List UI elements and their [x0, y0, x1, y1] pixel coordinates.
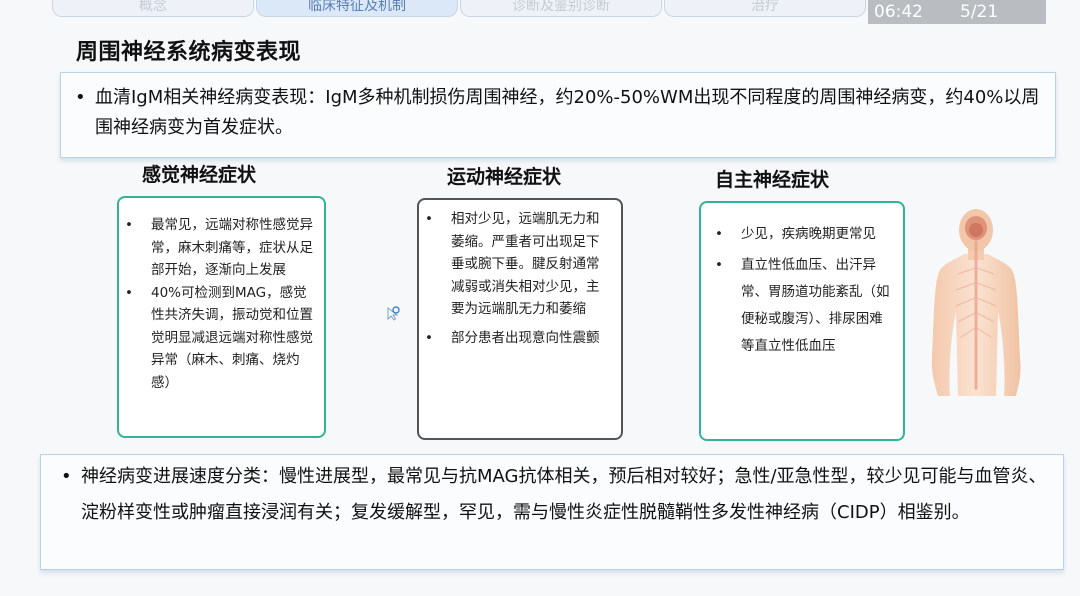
mouse-cursor-icon	[386, 304, 402, 322]
autonomic-title: 自主神经症状	[715, 169, 830, 191]
list-item: • 部分患者出现意向性震颤	[425, 329, 600, 346]
playback-overlay: 06:42 5/21	[868, 0, 1046, 24]
slide-title: 周围神经系统病变表现	[76, 40, 302, 65]
list-item: • 最常见，远端对称性感觉异常，麻木刺痛等，症状从足部开始，逐渐向上发展	[125, 217, 313, 278]
page-counter: 5/21	[960, 2, 999, 22]
tab-concept[interactable]: 概念	[52, 0, 254, 17]
summary-text: 神经病变进展速度分类：慢性进展型，最常见与抗MAG抗体相关，预后相对较好；急性/…	[81, 466, 1047, 523]
list-item: • 相对少见，远端肌无力和萎缩。严重者可出现足下垂或腕下垂。腱反射通常减弱或消失相…	[425, 211, 600, 317]
motor-title: 运动神经症状	[447, 166, 562, 188]
list-item: • 40%可检测到MAG，感觉性共济失调，振动觉和位置觉明显减退远端对称性感觉异常…	[125, 284, 313, 391]
tab-treatment[interactable]: 治疗	[664, 0, 866, 17]
bullet: •	[75, 87, 86, 108]
summary-box: • 神经病变进展速度分类：慢性进展型，最常见与抗MAG抗体相关，预后相对较好；急…	[40, 454, 1064, 570]
bullet: •	[61, 466, 72, 487]
intro-box: • 血清IgM相关神经病变表现：IgM多种机制损伤周围神经，约20%-50%WM…	[60, 72, 1056, 158]
autonomic-card: • 少见，疾病晚期更常见 • 直立性低血压、出汗异常、胃肠道功能紊乱（如便秘或腹泻）…	[699, 201, 905, 441]
human-nervous-system-illustration	[931, 209, 1021, 396]
intro-text: 血清IgM相关神经病变表现：IgM多种机制损伤周围神经，约20%-50%WM出现…	[95, 87, 1040, 138]
list-item: • 少见，疾病晚期更常见	[715, 226, 876, 242]
tab-clinical-features[interactable]: 临床特征及机制	[256, 0, 458, 17]
motor-card: • 相对少见，远端肌无力和萎缩。严重者可出现足下垂或腕下垂。腱反射通常减弱或消失相…	[417, 198, 623, 440]
tab-diagnosis[interactable]: 诊断及鉴别诊断	[460, 0, 662, 17]
sensory-card: • 最常见，远端对称性感觉异常，麻木刺痛等，症状从足部开始，逐渐向上发展 • 40%…	[117, 196, 326, 438]
list-item: • 直立性低血压、出汗异常、胃肠道功能紊乱（如便秘或腹泻）、排尿困难等直立性低血压	[715, 257, 890, 354]
playback-time: 06:42	[874, 2, 923, 22]
slide: 概念 临床特征及机制 诊断及鉴别诊断 治疗 06:42 5/21 周围神经系统病…	[0, 0, 1080, 596]
sensory-title: 感觉神经症状	[142, 164, 257, 186]
